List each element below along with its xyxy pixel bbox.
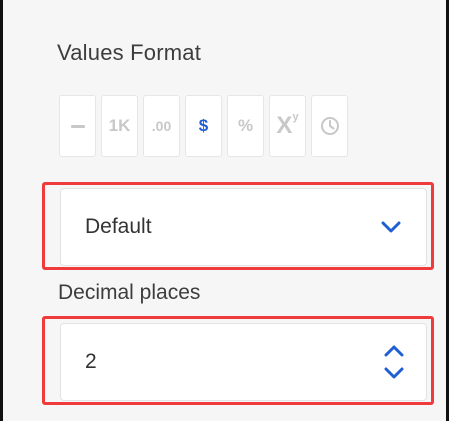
power-label: Xy — [276, 111, 299, 140]
percent-label: % — [237, 116, 254, 135]
decimals-button[interactable]: .00 — [143, 95, 180, 157]
decimal-places-value: 2 — [85, 350, 97, 373]
frame-right-border — [446, 0, 449, 421]
values-format-panel: Values Format 1K .00 $ % Xy Default Deci… — [3, 0, 446, 421]
decimal-places-label: Decimal places — [58, 281, 201, 304]
chevron-up-icon[interactable] — [382, 344, 406, 358]
minus-icon — [70, 124, 85, 128]
decimals-label: .00 — [151, 118, 172, 134]
power-exponent: y — [292, 111, 299, 123]
time-button[interactable] — [311, 95, 348, 157]
format-select[interactable]: Default — [60, 188, 427, 266]
clock-icon — [320, 117, 339, 135]
values-format-title: Values Format — [57, 40, 202, 65]
power-base: X — [276, 112, 293, 139]
decimal-places-stepper[interactable] — [382, 344, 406, 380]
currency-label: $ — [198, 116, 209, 135]
format-toolbar: 1K .00 $ % Xy — [59, 95, 348, 157]
format-select-value: Default — [85, 215, 152, 238]
decimal-places-field[interactable]: 2 — [60, 323, 427, 401]
currency-button[interactable]: $ — [185, 95, 222, 157]
thousands-label: 1K — [108, 116, 131, 135]
thousands-button[interactable]: 1K — [101, 95, 138, 157]
power-button[interactable]: Xy — [269, 95, 306, 157]
percent-button[interactable]: % — [227, 95, 264, 157]
chevron-down-icon[interactable] — [382, 366, 406, 380]
chevron-down-icon[interactable] — [380, 220, 402, 234]
minus-button[interactable] — [59, 95, 96, 157]
